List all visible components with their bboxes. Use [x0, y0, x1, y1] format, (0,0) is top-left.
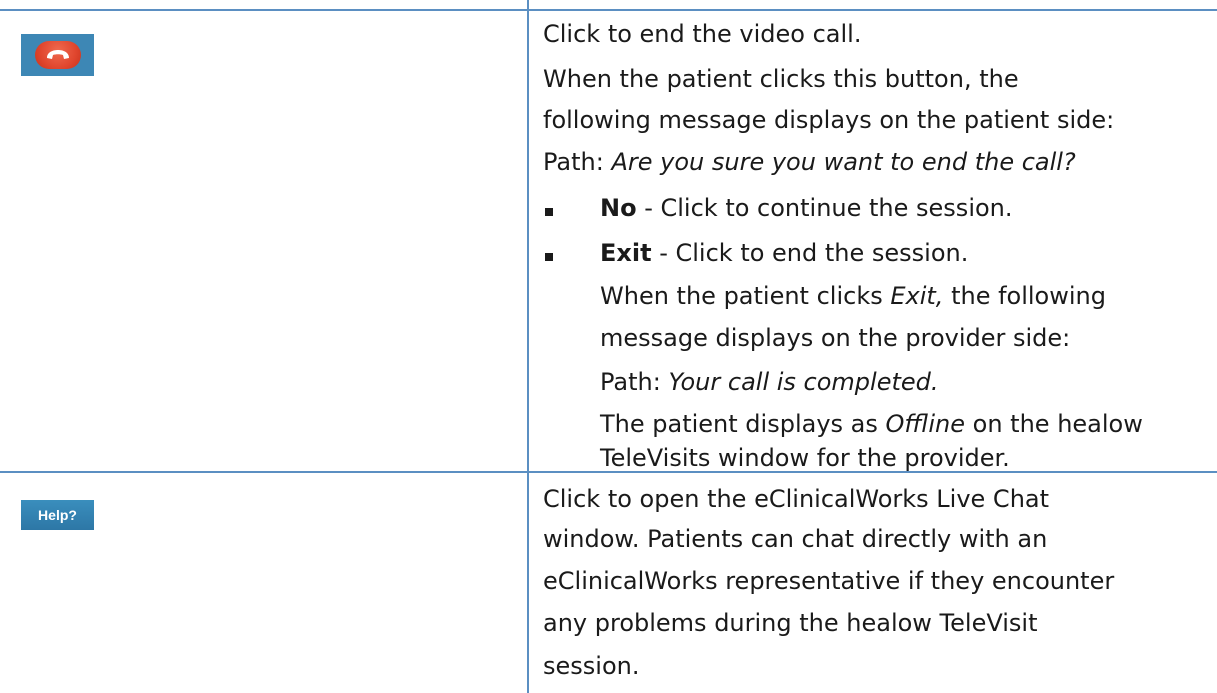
exit-note-emphasis: Exit, [890, 282, 944, 310]
exit-note-text: When the patient clicks [600, 282, 891, 310]
bullet-icon [545, 253, 553, 261]
end-call-description: When the patient clicks this button, the [543, 65, 1019, 93]
path-message: Your call is completed. [668, 368, 939, 396]
phone-hangup-icon [46, 50, 69, 59]
status-line: The patient displays as Offline on the h… [600, 408, 1143, 440]
status-emphasis: Offline [885, 410, 966, 438]
path-label: Path: [600, 368, 661, 396]
end-call-description: following message displays on the patien… [543, 106, 1115, 134]
end-call-description: Click to end the video call. [543, 20, 862, 48]
table-border-top [0, 9, 1217, 11]
path-label: Path: [543, 148, 604, 176]
help-description: eClinicalWorks representative if they en… [543, 567, 1115, 595]
help-description: session. [543, 652, 640, 680]
exit-note-text: the following [943, 282, 1106, 310]
option-desc: - Click to continue the session. [636, 194, 1013, 222]
help-button: Help? [21, 500, 94, 530]
document-table: Click to end the video call. When the pa… [0, 0, 1217, 693]
end-call-button [21, 34, 94, 76]
status-text: The patient displays as [600, 410, 886, 438]
help-description: window. Patients can chat directly with … [543, 525, 1048, 553]
option-no: No - Click to continue the session. [600, 192, 1013, 224]
help-description: any problems during the healow TeleVisit [543, 609, 1038, 637]
status-text: on the healow [965, 410, 1143, 438]
table-column-divider [527, 0, 529, 693]
exit-note-line: message displays on the provider side: [600, 324, 1071, 352]
option-name: No [600, 194, 637, 222]
exit-note-line: When the patient clicks Exit, the follow… [600, 280, 1106, 312]
end-call-icon [34, 41, 81, 69]
option-name: Exit [600, 239, 652, 267]
help-description: Click to open the eClinicalWorks Live Ch… [543, 485, 1050, 513]
patient-path-line: Path: Are you sure you want to end the c… [543, 146, 1076, 178]
bullet-icon [545, 208, 553, 216]
status-line: TeleVisits window for the provider. [600, 444, 1010, 472]
option-desc: - Click to end the session. [651, 239, 969, 267]
option-exit: Exit - Click to end the session. [600, 237, 968, 269]
path-message: Are you sure you want to end the call? [611, 148, 1076, 176]
provider-path-line: Path: Your call is completed. [600, 366, 939, 398]
